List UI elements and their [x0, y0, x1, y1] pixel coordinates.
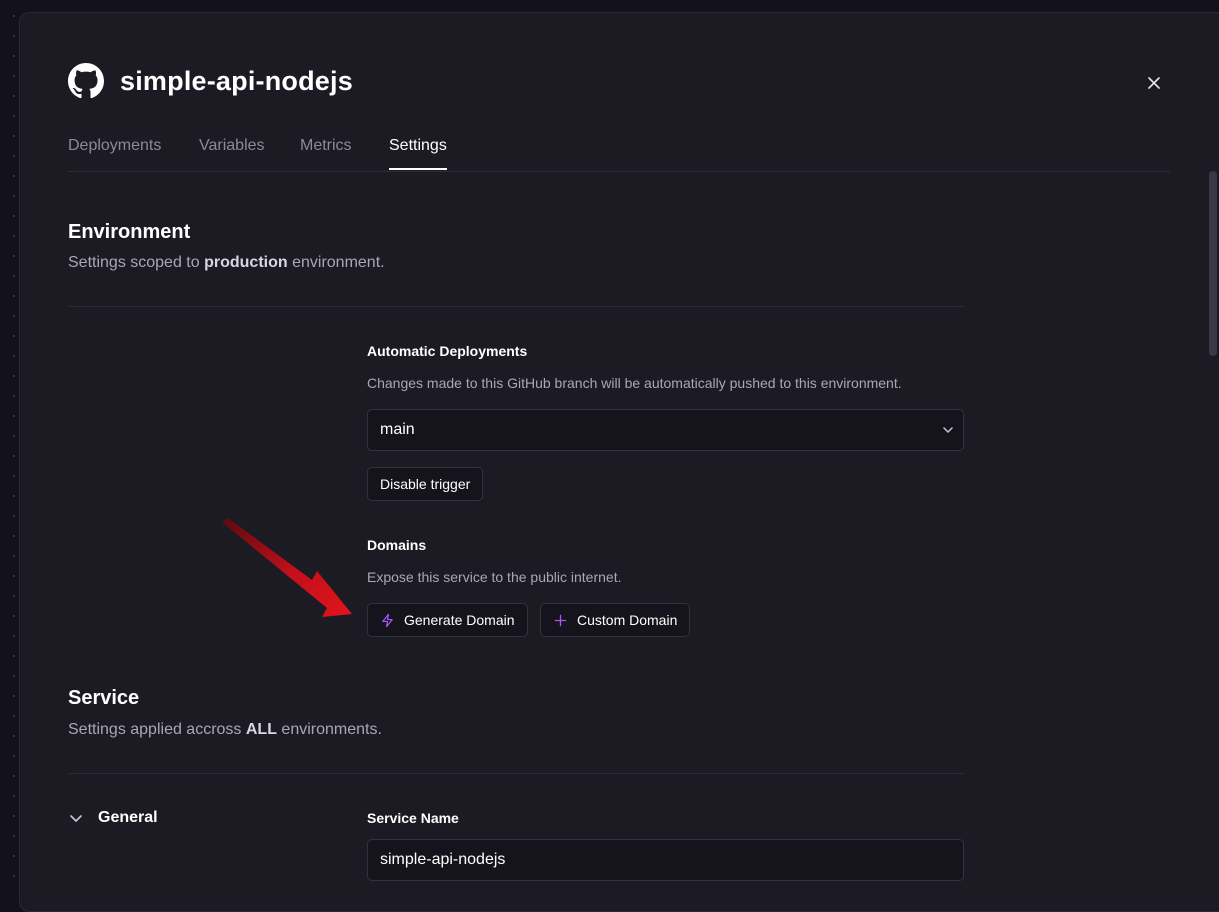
service-name-label: Service Name — [367, 810, 459, 826]
custom-domain-button[interactable]: Custom Domain — [540, 603, 691, 637]
disable-trigger-button[interactable]: Disable trigger — [367, 467, 484, 501]
environment-description: Settings scoped to production environmen… — [68, 254, 385, 271]
tab-bar: Deployments Variables Metrics Settings — [68, 131, 1170, 172]
service-scope: ALL — [245, 721, 277, 738]
service-name-value: simple-api-nodejs — [380, 851, 506, 868]
tab-settings[interactable]: Settings — [389, 131, 447, 170]
lightning-icon — [382, 613, 393, 627]
domains-label: Domains — [367, 537, 427, 553]
tab-deployments[interactable]: Deployments — [68, 131, 161, 171]
service-heading: Service — [68, 687, 140, 709]
page-title: simple-api-nodejs — [120, 65, 353, 96]
service-settings-panel: simple-api-nodejs Deployments Variables … — [19, 12, 1219, 912]
domains-help: Expose this service to the public intern… — [367, 569, 622, 585]
generate-domain-button[interactable]: Generate Domain — [367, 603, 528, 637]
chevron-down-icon — [943, 427, 953, 433]
custom-domain-label: Custom Domain — [577, 612, 678, 628]
automatic-deployments-help: Changes made to this GitHub branch will … — [367, 375, 902, 391]
environment-name: production — [204, 254, 288, 271]
service-description: Settings applied accross ALL environment… — [68, 721, 382, 738]
tab-metrics[interactable]: Metrics — [300, 131, 352, 171]
panel-header: simple-api-nodejs — [68, 63, 353, 99]
generate-domain-label: Generate Domain — [404, 612, 515, 628]
branch-select[interactable]: main — [367, 409, 964, 451]
chevron-down-icon — [70, 815, 82, 822]
section-divider — [68, 773, 965, 774]
scrollbar-thumb[interactable] — [1209, 171, 1217, 356]
automatic-deployments-label: Automatic Deployments — [367, 343, 528, 359]
close-button[interactable] — [1140, 69, 1168, 97]
general-section-toggle[interactable]: General — [68, 809, 158, 827]
section-divider — [68, 306, 965, 307]
general-section-label: General — [98, 809, 158, 826]
tab-variables[interactable]: Variables — [199, 131, 265, 171]
close-icon — [1148, 77, 1160, 89]
environment-heading: Environment — [68, 221, 191, 243]
canvas-dot-grid — [0, 0, 20, 884]
branch-select-value: main — [380, 421, 415, 438]
service-name-input[interactable]: simple-api-nodejs — [367, 839, 964, 881]
github-icon — [68, 63, 104, 99]
plus-icon — [554, 614, 567, 626]
